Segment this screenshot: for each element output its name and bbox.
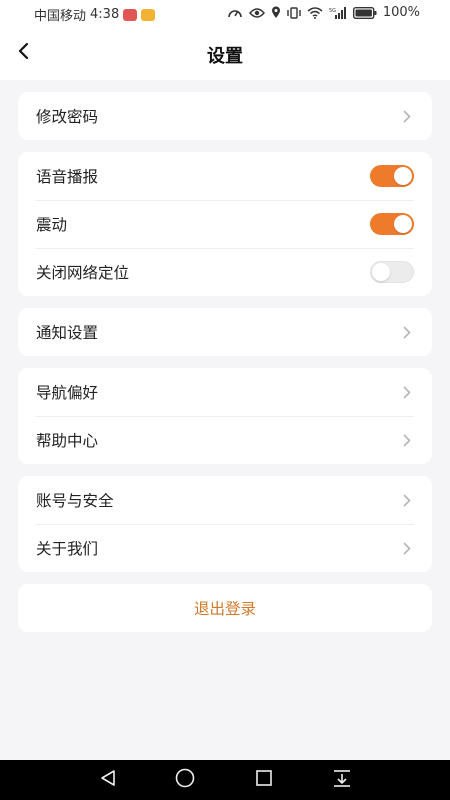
account-security-item[interactable]: 账号与安全 <box>18 476 432 524</box>
nav-home-button[interactable] <box>172 768 198 792</box>
vibration-label: 震动 <box>36 216 68 234</box>
nav-notification-button[interactable] <box>329 768 355 792</box>
wifi-icon <box>307 6 323 19</box>
recents-square-icon <box>254 768 274 792</box>
notification-pull-icon <box>331 768 353 792</box>
svg-text:5G: 5G <box>329 8 336 14</box>
page-title: 设置 <box>207 46 243 67</box>
nav-recents-button[interactable] <box>251 768 277 792</box>
help-center-item[interactable]: 帮助中心 <box>18 416 432 464</box>
logout-card: 退出登录 <box>18 584 432 632</box>
help-center-label: 帮助中心 <box>36 432 99 450</box>
navigation-preference-label: 导航偏好 <box>36 384 99 402</box>
toggle-knob <box>394 215 412 233</box>
app-notification-icon <box>123 8 138 21</box>
app-notification-icon <box>141 8 156 21</box>
top-bar: 设置 <box>0 26 450 80</box>
time-label: 4:38 <box>90 7 120 22</box>
settings-group-nav-help: 导航偏好 帮助中心 <box>18 368 432 464</box>
speed-icon <box>227 7 243 19</box>
chevron-right-icon <box>400 541 414 555</box>
toggle-knob <box>394 167 412 185</box>
5g-signal-icon: 5G <box>329 6 347 19</box>
chevron-right-icon <box>400 325 414 339</box>
account-security-label: 账号与安全 <box>36 492 114 510</box>
voice-broadcast-label: 语音播报 <box>36 168 99 186</box>
settings-group-account: 账号与安全 关于我们 <box>18 476 432 572</box>
settings-group-notify: 通知设置 <box>18 308 432 356</box>
about-us-item[interactable]: 关于我们 <box>18 524 432 572</box>
disable-network-location-label: 关闭网络定位 <box>36 264 130 282</box>
eye-icon <box>248 7 265 19</box>
change-password-item[interactable]: 修改密码 <box>18 92 432 140</box>
toggle-knob <box>372 263 390 281</box>
chevron-right-icon <box>400 109 414 123</box>
voice-broadcast-item: 语音播报 <box>18 152 432 200</box>
settings-group-toggles: 语音播报 震动 关闭网络定位 <box>18 152 432 296</box>
vibration-toggle[interactable] <box>370 213 414 235</box>
notification-settings-item[interactable]: 通知设置 <box>18 308 432 356</box>
back-triangle-icon <box>98 768 118 792</box>
disable-network-location-toggle[interactable] <box>370 261 414 283</box>
vibrate-icon <box>287 6 301 19</box>
navigation-preference-item[interactable]: 导航偏好 <box>18 368 432 416</box>
status-bar: 中国移动 4:38 5G 100% <box>0 0 450 26</box>
logout-button[interactable]: 退出登录 <box>18 584 432 632</box>
home-circle-icon <box>174 767 196 793</box>
notification-settings-label: 通知设置 <box>36 324 99 342</box>
change-password-label: 修改密码 <box>36 108 99 126</box>
battery-icon <box>352 6 377 19</box>
voice-broadcast-toggle[interactable] <box>370 165 414 187</box>
location-icon <box>271 6 281 19</box>
vibration-item: 震动 <box>18 200 432 248</box>
system-navigation-bar <box>0 760 450 800</box>
chevron-right-icon <box>400 385 414 399</box>
nav-back-button[interactable] <box>95 768 121 792</box>
chevron-right-icon <box>400 433 414 447</box>
settings-group-password: 修改密码 <box>18 92 432 140</box>
about-us-label: 关于我们 <box>36 540 99 558</box>
chevron-right-icon <box>400 493 414 507</box>
disable-network-location-item: 关闭网络定位 <box>18 248 432 296</box>
carrier-label: 中国移动 <box>34 9 87 24</box>
battery-percent: 100% <box>382 5 420 20</box>
